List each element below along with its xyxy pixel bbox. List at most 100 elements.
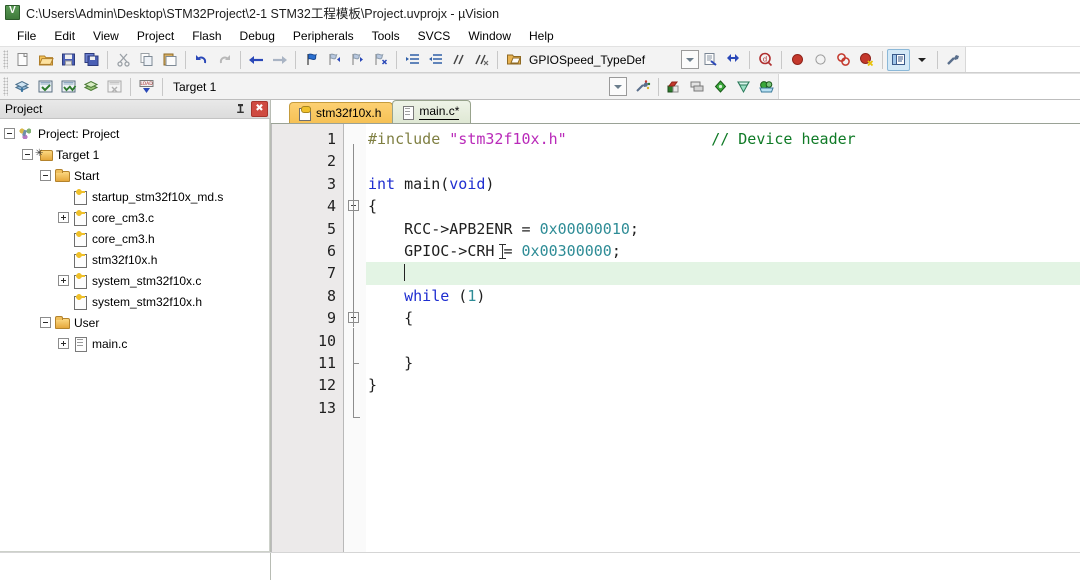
rebuild-all-icon[interactable] bbox=[57, 76, 80, 98]
expand-icon[interactable] bbox=[58, 212, 69, 223]
collapse-icon[interactable] bbox=[40, 317, 51, 328]
navigate-backward-icon[interactable] bbox=[245, 49, 268, 71]
menu-window[interactable]: Window bbox=[459, 27, 520, 45]
disable-all-breakpoints-icon[interactable] bbox=[832, 49, 855, 71]
close-icon[interactable]: ✖ bbox=[251, 101, 268, 117]
collapse-icon[interactable] bbox=[4, 128, 15, 139]
code-line[interactable]: { bbox=[366, 307, 1080, 329]
menu-debug[interactable]: Debug bbox=[231, 27, 284, 45]
tree-item-core-cm3-c[interactable]: core_cm3.c bbox=[4, 207, 269, 228]
code-line[interactable] bbox=[366, 397, 1080, 419]
tree-item-user[interactable]: User bbox=[4, 312, 269, 333]
outdent-icon[interactable] bbox=[424, 49, 447, 71]
code-line[interactable]: } bbox=[366, 374, 1080, 396]
clear-bookmarks-icon[interactable] bbox=[369, 49, 392, 71]
find-combo-dropdown[interactable] bbox=[681, 50, 699, 69]
code-line[interactable] bbox=[366, 262, 1080, 285]
paste-icon[interactable] bbox=[158, 49, 181, 71]
next-bookmark-icon[interactable] bbox=[346, 49, 369, 71]
code-line[interactable]: #include "stm32f10x.h" // Device header bbox=[366, 128, 1080, 150]
insert-bookmark-icon[interactable] bbox=[300, 49, 323, 71]
navigate-forward-icon[interactable] bbox=[268, 49, 291, 71]
toolbar-grip[interactable] bbox=[3, 50, 8, 69]
code-line[interactable]: } bbox=[366, 352, 1080, 374]
undo-icon[interactable] bbox=[190, 49, 213, 71]
comment-selection-icon[interactable] bbox=[447, 49, 470, 71]
code-line[interactable]: GPIOC->CRH = 0x00300000; bbox=[366, 240, 1080, 262]
code-editor[interactable]: 1 2 3 4 5 6 7 8 9 10 11 12 13 #include "… bbox=[271, 124, 1080, 552]
find-combo-input[interactable]: GPIOSpeed_TypeDef bbox=[525, 53, 677, 67]
multi-project-icon[interactable] bbox=[732, 76, 755, 98]
manage-project-items-icon[interactable] bbox=[631, 76, 654, 98]
tab-main-c[interactable]: main.c* bbox=[392, 100, 472, 123]
tab-stm32f10x-h[interactable]: stm32f10x.h bbox=[289, 102, 394, 123]
code-line[interactable] bbox=[366, 330, 1080, 352]
collapse-icon[interactable] bbox=[22, 149, 33, 160]
find-in-files-icon[interactable] bbox=[699, 49, 722, 71]
editor-area: stm32f10x.h main.c* 1 2 3 4 5 6 7 8 9 10 11 12 13 bbox=[271, 100, 1080, 552]
select-software-packs-icon[interactable] bbox=[663, 76, 686, 98]
tree-item-core-cm3-h[interactable]: core_cm3.h bbox=[4, 228, 269, 249]
menu-tools[interactable]: Tools bbox=[363, 27, 409, 45]
tree-item-system-stm32f10x-c[interactable]: system_stm32f10x.c bbox=[4, 270, 269, 291]
target-combo-dropdown[interactable] bbox=[609, 77, 628, 96]
menu-flash[interactable]: Flash bbox=[183, 27, 230, 45]
cut-icon[interactable] bbox=[112, 49, 135, 71]
tree-item-project-project[interactable]: Project: Project bbox=[4, 123, 269, 144]
project-tree[interactable]: Project: Project Target 1 Start startup_stm… bbox=[0, 119, 270, 552]
tree-item-system-stm32f10x-h[interactable]: system_stm32f10x.h bbox=[4, 291, 269, 312]
expand-icon[interactable] bbox=[58, 275, 69, 286]
fold-row bbox=[344, 150, 366, 172]
code-line[interactable]: while (1) bbox=[366, 285, 1080, 307]
code-line[interactable]: int main(void) bbox=[366, 173, 1080, 195]
open-file-icon[interactable] bbox=[34, 49, 57, 71]
expand-icon[interactable] bbox=[58, 338, 69, 349]
tree-item-start[interactable]: Start bbox=[4, 165, 269, 186]
debug-session-icon[interactable]: d bbox=[754, 49, 777, 71]
indent-icon[interactable] bbox=[401, 49, 424, 71]
download-icon[interactable]: LOAD bbox=[135, 76, 158, 98]
pack-cloud-icon[interactable] bbox=[755, 76, 778, 98]
code-line[interactable]: { bbox=[366, 195, 1080, 217]
menu-edit[interactable]: Edit bbox=[45, 27, 84, 45]
tree-item-startup-stm32f10x-md-s[interactable]: startup_stm32f10x_md.s bbox=[4, 186, 269, 207]
source-file-key-icon bbox=[72, 210, 88, 226]
build-target-icon[interactable] bbox=[34, 76, 57, 98]
menu-file[interactable]: File bbox=[8, 27, 45, 45]
menu-view[interactable]: View bbox=[84, 27, 128, 45]
code-folding-column[interactable] bbox=[344, 124, 366, 552]
goto-definition-icon[interactable] bbox=[722, 49, 745, 71]
toolbar-grip[interactable] bbox=[3, 77, 8, 96]
batch-build-icon[interactable] bbox=[80, 76, 103, 98]
stop-build-icon[interactable] bbox=[103, 76, 126, 98]
copy-icon[interactable] bbox=[135, 49, 158, 71]
configure-icon[interactable] bbox=[942, 49, 965, 71]
redo-icon[interactable] bbox=[213, 49, 236, 71]
pin-icon[interactable] bbox=[232, 101, 249, 117]
translate-file-icon[interactable] bbox=[11, 76, 34, 98]
save-icon[interactable] bbox=[57, 49, 80, 71]
tree-item-stm32f10x-h[interactable]: stm32f10x.h bbox=[4, 249, 269, 270]
open-project-icon[interactable] bbox=[502, 49, 525, 71]
project-window-icon[interactable] bbox=[887, 48, 910, 71]
insert-breakpoint-icon[interactable] bbox=[786, 49, 809, 71]
menu-project[interactable]: Project bbox=[128, 27, 183, 45]
tree-item-main-c[interactable]: main.c bbox=[4, 333, 269, 354]
new-file-icon[interactable] bbox=[11, 49, 34, 71]
code-text-area[interactable]: #include "stm32f10x.h" // Device header i… bbox=[366, 124, 1080, 552]
code-line[interactable]: RCC->APB2ENR = 0x00000010; bbox=[366, 218, 1080, 240]
tree-item-target-1[interactable]: Target 1 bbox=[4, 144, 269, 165]
previous-bookmark-icon[interactable] bbox=[323, 49, 346, 71]
disable-breakpoint-icon[interactable] bbox=[809, 49, 832, 71]
code-line[interactable] bbox=[366, 150, 1080, 172]
uncomment-selection-icon[interactable] bbox=[470, 49, 493, 71]
menu-svcs[interactable]: SVCS bbox=[409, 27, 460, 45]
kill-all-breakpoints-icon[interactable] bbox=[855, 49, 878, 71]
project-window-dropdown-icon[interactable] bbox=[910, 49, 933, 71]
pack-installer-icon[interactable] bbox=[686, 76, 709, 98]
menu-peripherals[interactable]: Peripherals bbox=[284, 27, 363, 45]
save-all-icon[interactable] bbox=[80, 49, 103, 71]
manage-run-time-env-icon[interactable] bbox=[709, 76, 732, 98]
menu-help[interactable]: Help bbox=[520, 27, 563, 45]
collapse-icon[interactable] bbox=[40, 170, 51, 181]
